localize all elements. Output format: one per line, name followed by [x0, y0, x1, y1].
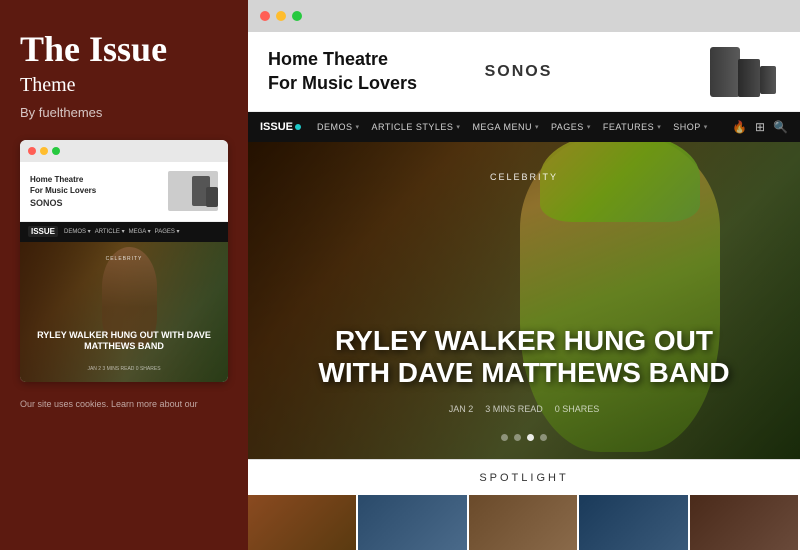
theme-subtitle: Theme — [20, 74, 228, 97]
mini-hero-meta: JAN 2 3 MINS READ 0 SHARES — [87, 366, 160, 372]
website-preview: Home TheatreFor Music Lovers SONOS ISSUE… — [248, 32, 800, 550]
chevron-down-icon: ▾ — [657, 123, 661, 131]
ad-banner-brand: SONOS — [485, 63, 553, 81]
cookie-notice: Our site uses cookies. Learn more about … — [20, 398, 228, 411]
hero-dot-2[interactable] — [514, 434, 521, 441]
ad-banner: Home TheatreFor Music Lovers SONOS — [248, 32, 800, 112]
mini-hero: CELEBRITY RYLEY WALKER HUNG OUT WITH DAV… — [20, 242, 228, 382]
hero-turban-figure — [540, 142, 700, 222]
hero-meta-read: 3 MINS READ — [485, 404, 543, 414]
nav-logo: ISSUE — [260, 121, 301, 133]
thumbnail-4[interactable] — [579, 495, 689, 550]
chrome-dot-red[interactable] — [260, 11, 270, 21]
hero-section: CELEBRITY RYLEY WALKER HUNG OUTWITH DAVE… — [248, 142, 800, 459]
mini-hero-title: RYLEY WALKER HUNG OUT WITH DAVE MATTHEWS… — [28, 330, 220, 352]
nav-item-mega-menu-label: MEGA MENU — [472, 122, 532, 132]
chrome-dot-green[interactable] — [292, 11, 302, 21]
mini-speaker-small-icon — [206, 187, 218, 207]
nav-icons: 🔥 ⊞ 🔍 — [732, 120, 788, 135]
nav-logo-dot — [295, 124, 301, 130]
hero-meta-shares: 0 SHARES — [555, 404, 600, 414]
nav-logo-text: ISSUE — [260, 121, 293, 133]
nav-item-demos[interactable]: DEMOS ▾ — [317, 122, 360, 132]
thumbnail-strip — [248, 495, 800, 550]
hero-dot-1[interactable] — [501, 434, 508, 441]
thumbnail-2[interactable] — [358, 495, 468, 550]
mini-browser-preview: Home TheatreFor Music Lovers SONOS ISSUE… — [20, 140, 228, 382]
chevron-down-icon: ▾ — [356, 123, 360, 131]
hero-title: RYLEY WALKER HUNG OUTWITH DAVE MATTHEWS … — [278, 325, 770, 389]
hero-dot-4[interactable] — [540, 434, 547, 441]
mini-nav-item: PAGES ▾ — [155, 228, 180, 235]
hero-dot-3[interactable] — [527, 434, 534, 441]
thumbnail-1[interactable] — [248, 495, 358, 550]
mini-nav: ISSUE DEMOS ▾ ARTICLE ▾ MEGA ▾ PAGES ▾ — [20, 222, 228, 242]
nav-item-article-styles-label: ARTICLE STYLES — [372, 122, 454, 132]
nav-item-article-styles[interactable]: ARTICLE STYLES ▾ — [372, 122, 461, 132]
chevron-down-icon: ▾ — [535, 123, 539, 131]
browser-chrome — [248, 0, 800, 32]
nav-item-features[interactable]: FEATURES ▾ — [603, 122, 661, 132]
ad-banner-text: Home TheatreFor Music Lovers — [268, 48, 417, 95]
mini-browser-bar — [20, 140, 228, 162]
search-icon[interactable]: 🔍 — [773, 120, 788, 135]
mini-dot-yellow — [40, 147, 48, 155]
mini-ad-image — [168, 171, 218, 211]
mini-ad-brand: SONOS — [30, 198, 96, 208]
nav-bar: ISSUE DEMOS ▾ ARTICLE STYLES ▾ MEGA MENU… — [248, 112, 800, 142]
fire-icon[interactable]: 🔥 — [732, 120, 747, 135]
mini-hero-badge: CELEBRITY — [106, 256, 143, 262]
mini-nav-item: ARTICLE ▾ — [95, 228, 125, 235]
hero-meta: JAN 2 3 MINS READ 0 SHARES — [449, 404, 600, 414]
sidebar: The Issue Theme By fuelthemes Home Theat… — [0, 0, 248, 550]
speaker-mid-icon — [738, 59, 760, 97]
mini-nav-item: DEMOS ▾ — [64, 228, 91, 235]
chevron-down-icon: ▾ — [704, 123, 708, 131]
nav-item-mega-menu[interactable]: MEGA MENU ▾ — [472, 122, 539, 132]
nav-item-pages[interactable]: PAGES ▾ — [551, 122, 591, 132]
chevron-down-icon: ▾ — [456, 123, 460, 131]
spotlight-label: SPOTLIGHT — [479, 472, 568, 484]
mini-browser-content: Home TheatreFor Music Lovers SONOS ISSUE… — [20, 162, 228, 382]
speaker-small-icon — [760, 66, 776, 94]
nav-item-demos-label: DEMOS — [317, 122, 353, 132]
bookmark-icon[interactable]: ⊞ — [755, 120, 765, 135]
nav-item-shop[interactable]: SHOP ▾ — [673, 122, 708, 132]
chrome-dot-yellow[interactable] — [276, 11, 286, 21]
thumbnail-5[interactable] — [690, 495, 800, 550]
mini-ad-banner: Home TheatreFor Music Lovers SONOS — [20, 162, 228, 222]
mini-nav-logo: ISSUE — [28, 226, 58, 237]
theme-author: By fuelthemes — [20, 105, 228, 120]
thumbnail-3[interactable] — [469, 495, 579, 550]
speaker-main-icon — [710, 47, 740, 97]
nav-item-shop-label: SHOP — [673, 122, 701, 132]
hero-badge: CELEBRITY — [490, 172, 558, 182]
mini-ad-text: Home TheatreFor Music Lovers — [30, 174, 96, 196]
chevron-down-icon: ▾ — [587, 123, 591, 131]
ad-banner-product-image — [620, 42, 780, 102]
mini-nav-items: DEMOS ▾ ARTICLE ▾ MEGA ▾ PAGES ▾ — [64, 228, 180, 235]
main-area: Home TheatreFor Music Lovers SONOS ISSUE… — [248, 0, 800, 550]
mini-dot-red — [28, 147, 36, 155]
hero-meta-date: JAN 2 — [449, 404, 474, 414]
nav-item-pages-label: PAGES — [551, 122, 584, 132]
hero-dots — [501, 434, 547, 441]
nav-items: DEMOS ▾ ARTICLE STYLES ▾ MEGA MENU ▾ PAG… — [317, 122, 716, 132]
nav-item-features-label: FEATURES — [603, 122, 654, 132]
mini-nav-item: MEGA ▾ — [129, 228, 151, 235]
spotlight-section: SPOTLIGHT — [248, 459, 800, 495]
theme-title: The Issue — [20, 30, 228, 70]
mini-dot-green — [52, 147, 60, 155]
